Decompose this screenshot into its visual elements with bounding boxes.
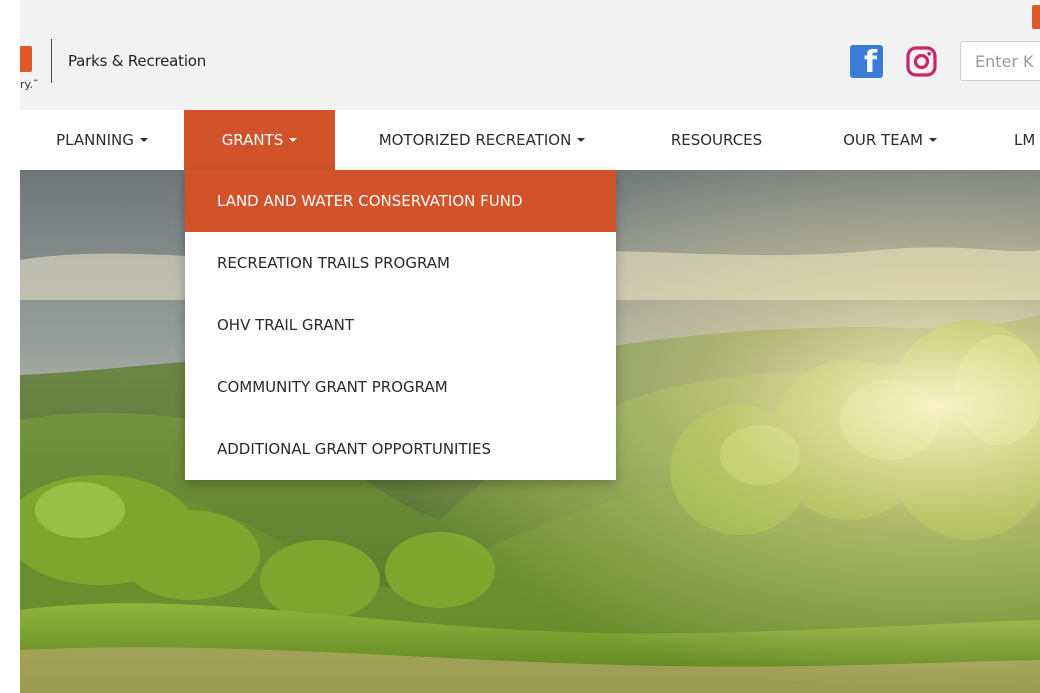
search-input[interactable] [960, 41, 1040, 81]
grants-dropdown-menu: LAND AND WATER CONSERVATION FUND RECREAT… [185, 170, 616, 480]
menu-item-community-grant-program[interactable]: COMMUNITY GRANT PROGRAM [185, 356, 616, 418]
nav-item-grants[interactable]: GRANTS [184, 110, 335, 170]
nav-item-label: MOTORIZED RECREATION [378, 131, 572, 149]
caret-down-icon [577, 138, 586, 142]
agency-name[interactable]: Parks & Recreation [68, 52, 206, 70]
nav-item-lm[interactable]: LM [976, 110, 1040, 170]
main-nav: PLANNING GRANTS MOTORIZED RECREATION RES… [20, 110, 1040, 170]
nav-item-label: RESOURCES [670, 131, 763, 149]
caret-down-icon [289, 138, 298, 142]
logo-divider [51, 39, 52, 83]
instagram-icon[interactable] [905, 45, 938, 78]
nav-item-motorized-recreation[interactable]: MOTORIZED RECREATION [335, 110, 629, 170]
nav-item-label: PLANNING [56, 131, 134, 149]
nav-item-label: LM [1014, 131, 1036, 149]
top-accent-button[interactable] [1032, 5, 1040, 29]
state-logo[interactable] [20, 46, 32, 72]
menu-item-land-and-water-conservation-fund[interactable]: LAND AND WATER CONSERVATION FUND [185, 170, 616, 232]
menu-item-additional-grant-opportunities[interactable]: ADDITIONAL GRANT OPPORTUNITIES [185, 418, 616, 480]
nav-item-our-team[interactable]: OUR TEAM [804, 110, 976, 170]
site-header: ry.˜ Parks & Recreation f [20, 0, 1040, 110]
menu-item-recreation-trails-program[interactable]: RECREATION TRAILS PROGRAM [185, 232, 616, 294]
facebook-icon[interactable]: f [850, 45, 883, 78]
nav-item-planning[interactable]: PLANNING [20, 110, 184, 170]
nav-item-label: GRANTS [221, 131, 284, 149]
nav-item-label: OUR TEAM [843, 131, 923, 149]
caret-down-icon [928, 138, 937, 142]
page: ry.˜ Parks & Recreation f PLANNING GRANT… [20, 0, 1040, 693]
nav-item-resources[interactable]: RESOURCES [629, 110, 804, 170]
logo-tagline: ry.˜ [20, 78, 39, 91]
menu-item-ohv-trail-grant[interactable]: OHV TRAIL GRANT [185, 294, 616, 356]
caret-down-icon [139, 138, 148, 142]
